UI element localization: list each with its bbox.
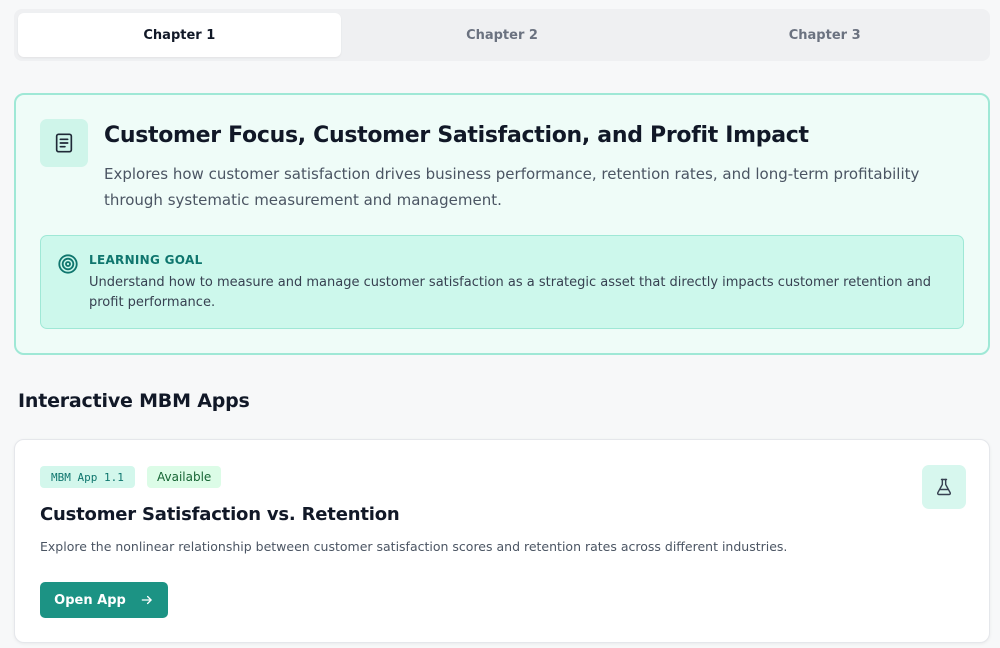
status-badge: Available <box>147 466 222 488</box>
learning-goal-text: Understand how to measure and manage cus… <box>89 275 932 310</box>
tab-chapter-2[interactable]: Chapter 2 <box>341 13 664 57</box>
app-description: Explore the nonlinear relationship betwe… <box>40 539 788 554</box>
app-code-badge: MBM App 1.1 <box>40 466 135 488</box>
open-app-label: Open App <box>54 592 126 608</box>
chapter-description: Explores how customer satisfaction drive… <box>104 165 920 209</box>
chapter-tabs: Chapter 1 Chapter 2 Chapter 3 <box>14 9 990 61</box>
app-title: Customer Satisfaction vs. Retention <box>40 504 400 525</box>
tab-chapter-3[interactable]: Chapter 3 <box>663 13 986 57</box>
chapter-card: Customer Focus, Customer Satisfaction, a… <box>14 93 990 355</box>
page: Chapter 1 Chapter 2 Chapter 3 Customer F… <box>0 0 1000 648</box>
book-icon <box>40 119 88 167</box>
learning-goal-label: LEARNING GOAL <box>89 253 203 267</box>
learning-goal-box: LEARNING GOAL Understand how to measure … <box>40 235 964 329</box>
chapter-title: Customer Focus, Customer Satisfaction, a… <box>104 123 809 148</box>
arrow-right-icon <box>141 595 152 605</box>
flask-icon <box>922 465 966 509</box>
apps-section-heading: Interactive MBM Apps <box>18 390 250 412</box>
target-icon <box>58 254 78 274</box>
app-card: MBM App 1.1 Available Customer Satisfact… <box>14 439 990 643</box>
open-app-button[interactable]: Open App <box>40 582 168 618</box>
tab-chapter-1[interactable]: Chapter 1 <box>18 13 341 57</box>
